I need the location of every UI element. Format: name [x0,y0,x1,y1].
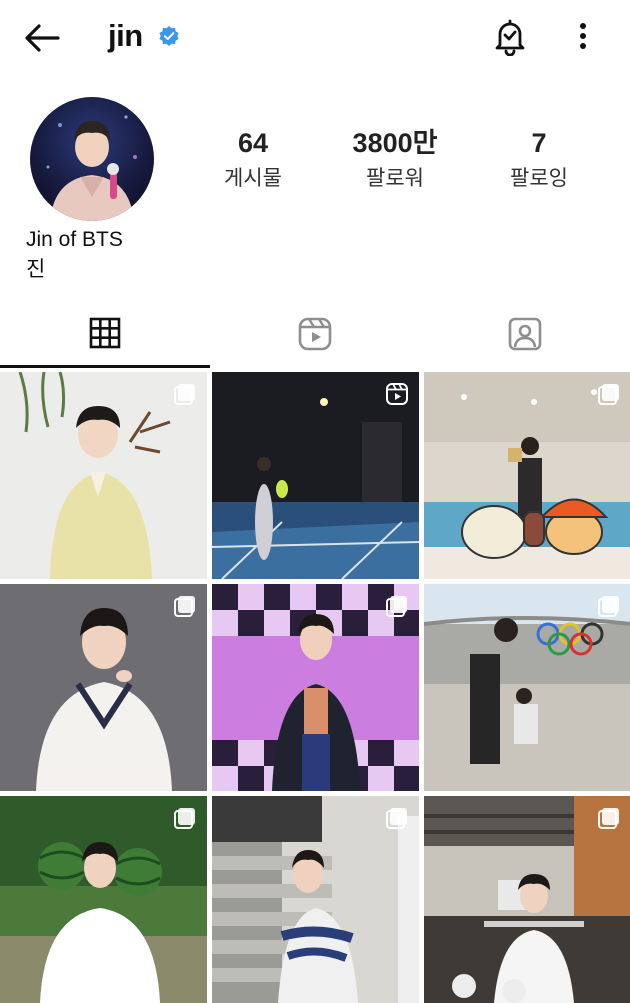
selected-tab-indicator [0,365,210,368]
more-vertical-icon[interactable] [570,20,596,54]
carousel-icon [174,808,195,829]
posts-grid [0,372,630,1003]
carousel-icon [386,596,407,617]
post-tile[interactable] [424,796,630,1003]
post-tile[interactable] [0,372,207,579]
post-tile[interactable] [424,584,630,791]
post-tile[interactable] [212,796,419,1003]
carousel-icon [598,808,619,829]
followers-label: 팔로워 [366,167,424,190]
bell-check-icon[interactable] [492,18,528,57]
post-tile[interactable] [0,584,207,791]
post-tile[interactable] [212,584,419,791]
carousel-icon [386,808,407,829]
back-arrow-icon[interactable] [22,20,62,56]
tagged-person-icon [508,317,542,351]
carousel-icon [598,384,619,405]
carousel-icon [174,596,195,617]
tab-reels[interactable] [210,308,420,370]
following-label: 팔로잉 [510,167,568,190]
reels-icon [386,383,408,405]
profile-username: jin [108,18,143,53]
post-tile[interactable] [424,372,630,579]
carousel-icon [598,596,619,617]
tab-tagged[interactable] [420,308,630,370]
grid-icon [89,317,121,349]
profile-display-name: Jin of BTS [26,228,123,251]
followers-count-stat[interactable]: 3800만 팔로워 [330,126,460,194]
posts-count-stat[interactable]: 64 게시물 [188,126,318,194]
reels-icon [298,317,332,351]
verified-badge-icon [158,25,180,47]
tab-posts-grid[interactable] [0,308,210,370]
following-count: 7 [531,128,547,158]
post-tile[interactable] [0,796,207,1003]
top-bar: jin [0,0,630,76]
profile-bio: 진 [26,258,46,281]
followers-count: 3800만 [352,128,438,158]
profile-tabs [0,308,630,370]
posts-count: 64 [237,128,269,158]
following-count-stat[interactable]: 7 팔로잉 [474,126,604,194]
profile-avatar[interactable] [30,97,154,221]
posts-label: 게시물 [224,167,282,190]
post-tile[interactable] [212,372,419,579]
profile-screen: jin 64 게시물 3800만 팔로워 7 팔로잉 Jin of BTS 진 [0,0,630,1003]
carousel-icon [174,384,195,405]
